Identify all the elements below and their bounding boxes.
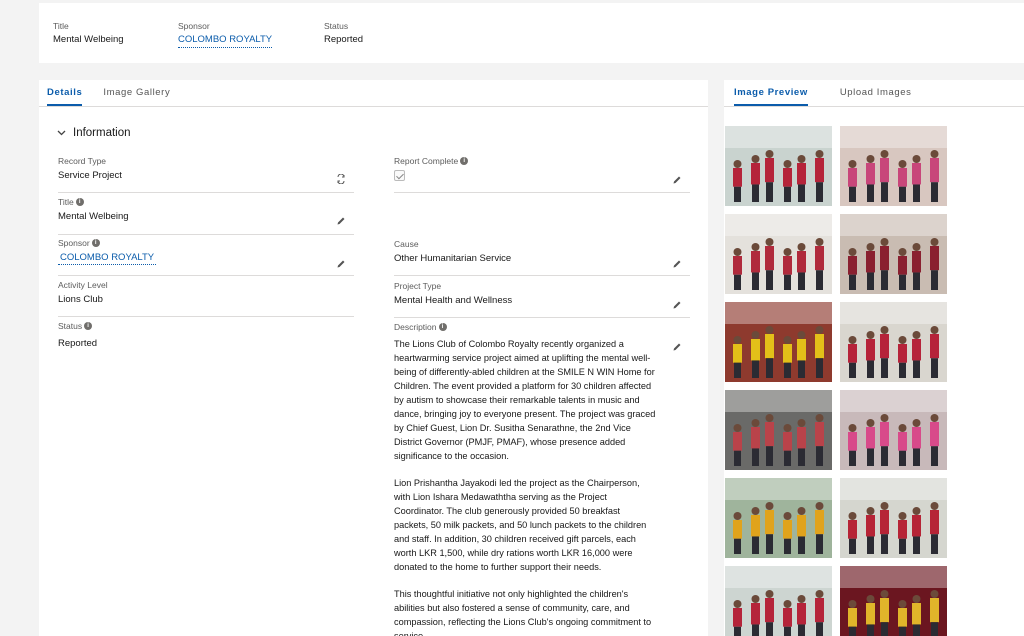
record-type-value: Service Project [58, 170, 122, 181]
field-report-complete: Report Complete i [394, 156, 690, 193]
project-type-value: Mental Health and Wellness [394, 295, 513, 306]
field-status: Status i Reported [58, 321, 354, 357]
cause-label: Cause [394, 239, 419, 249]
header-status-label: Status [324, 21, 349, 31]
info-icon[interactable]: i [91, 239, 100, 247]
photo-gift-handover[interactable] [725, 214, 832, 294]
info-icon[interactable]: i [438, 323, 447, 331]
field-divider [394, 275, 690, 276]
photo-lions-banner[interactable] [840, 566, 947, 636]
edit-report-complete-pencil-icon[interactable] [672, 175, 682, 185]
activity-level-value: Lions Club [58, 294, 103, 305]
title-value: Mental Welbeing [58, 211, 129, 222]
report-complete-checkbox-wrap [394, 170, 690, 183]
image-panel: Image Preview Upload Images [724, 80, 1024, 636]
report-complete-label-row: Report Complete i [394, 156, 690, 166]
header-status-field: Status Reported [324, 21, 363, 45]
field-divider [58, 192, 354, 193]
record-type-label: Record Type [58, 156, 107, 166]
photo-doorway[interactable] [725, 390, 832, 470]
description-label: Description [394, 322, 437, 332]
field-activity-level: Activity Level Lions Club [58, 280, 354, 317]
description-paragraph: This thoughtful initiative not only high… [394, 589, 652, 636]
info-icon[interactable]: i [460, 157, 469, 165]
edit-title-pencil-icon[interactable] [336, 216, 346, 226]
field-cause: Cause Other Humanitarian Service [394, 239, 690, 276]
info-icon[interactable]: i [84, 322, 93, 330]
edit-sponsor-pencil-icon[interactable] [336, 259, 346, 269]
photo-group-red-shirts-2[interactable] [725, 566, 832, 636]
photo-stage-dance[interactable] [840, 302, 947, 382]
sponsor-link[interactable]: COLOMBO ROYALTY [58, 252, 157, 265]
photo-hall-performance[interactable] [840, 214, 947, 294]
header-title-label: Title [53, 21, 69, 31]
report-complete-label: Report Complete [394, 156, 459, 166]
description-paragraph: Lion Prishantha Jayakodi led the project… [394, 478, 647, 572]
photo-children-pink[interactable] [840, 390, 947, 470]
tab-image-preview[interactable]: Image Preview [734, 80, 808, 106]
details-panel: Details Image Gallery Information Record… [39, 80, 708, 636]
photo-group-red-shirts[interactable] [725, 126, 832, 206]
header-title-value: Mental Welbeing [53, 34, 124, 45]
status-label: Status [58, 321, 83, 331]
header-sponsor-field: Sponsor COLOMBO ROYALTY [178, 21, 273, 48]
sponsor-label: Sponsor [58, 238, 90, 248]
description-label-row: Description i [394, 322, 690, 332]
side-tabs: Image Preview Upload Images [724, 80, 1024, 107]
record-header: Title Mental Welbeing Sponsor COLOMBO RO… [39, 3, 1024, 63]
tab-upload-images[interactable]: Upload Images [840, 80, 912, 106]
tab-details[interactable]: Details [47, 80, 83, 106]
photo-event-crowd[interactable] [840, 126, 947, 206]
field-record-type: Record Type Service Project [58, 156, 354, 193]
description-text: The Lions Club of Colombo Royalty recent… [394, 337, 656, 636]
status-value: Reported [58, 338, 98, 349]
sponsor-label-row: Sponsor i [58, 238, 354, 248]
title-label: Title [58, 197, 74, 207]
chevron-down-icon [57, 128, 67, 139]
photo-dance-yellow[interactable] [725, 302, 832, 382]
report-complete-checkbox[interactable] [394, 170, 405, 181]
header-sponsor-link[interactable]: COLOMBO ROYALTY [178, 34, 273, 48]
field-divider [394, 192, 690, 193]
edit-project-type-pencil-icon[interactable] [672, 300, 682, 310]
field-title: Title i Mental Welbeing [58, 197, 354, 235]
info-icon[interactable]: i [75, 198, 84, 206]
header-title-field: Title Mental Welbeing [53, 21, 124, 45]
field-description: Description i The Lions Club of Colombo R… [394, 322, 690, 636]
header-sponsor-label: Sponsor [178, 21, 210, 31]
edit-cause-pencil-icon[interactable] [672, 259, 682, 269]
main-tabs: Details Image Gallery [39, 80, 708, 107]
photo-group-outdoor[interactable] [840, 478, 947, 558]
field-divider [58, 275, 354, 276]
activity-level-label: Activity Level [58, 280, 108, 290]
status-label-row: Status i [58, 321, 354, 331]
field-divider [58, 234, 354, 235]
photo-speech-outdoor[interactable] [725, 478, 832, 558]
field-divider [394, 317, 690, 318]
description-paragraph: The Lions Club of Colombo Royalty recent… [394, 339, 656, 461]
project-type-label: Project Type [394, 281, 442, 291]
cause-value: Other Humanitarian Service [394, 253, 512, 264]
field-project-type: Project Type Mental Health and Wellness [394, 281, 690, 318]
field-divider [58, 316, 354, 317]
header-status-value: Reported [324, 34, 364, 45]
field-sponsor: Sponsor i COLOMBO ROYALTY [58, 238, 354, 276]
tab-image-gallery[interactable]: Image Gallery [103, 80, 170, 106]
change-record-type-icon[interactable] [336, 173, 346, 185]
title-label-row: Title i [58, 197, 354, 207]
edit-description-pencil-icon[interactable] [672, 342, 682, 352]
section-information-toggle[interactable]: Information [57, 127, 131, 139]
section-title: Information [73, 127, 131, 139]
